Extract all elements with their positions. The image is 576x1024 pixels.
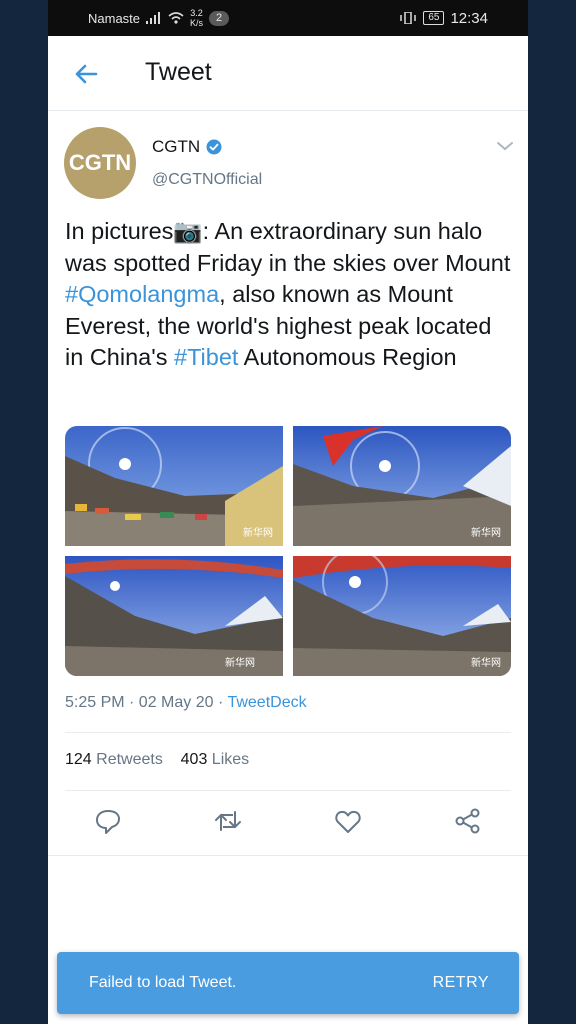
verified-icon bbox=[206, 139, 222, 155]
tweet-media-grid: 新华网 新华网 新华网 新华网 bbox=[65, 426, 511, 676]
notification-badge: 2 bbox=[209, 10, 230, 26]
top-app-bar: Tweet bbox=[48, 36, 528, 111]
battery-indicator: 65 bbox=[423, 11, 445, 25]
watermark: 新华网 bbox=[225, 656, 255, 669]
vibrate-icon bbox=[400, 12, 417, 24]
tweet-text: In pictures📷: An extraordinary sun halo … bbox=[65, 218, 511, 370]
tweet-photo-1[interactable]: 新华网 bbox=[65, 426, 283, 546]
divider bbox=[65, 790, 511, 791]
clock: 12:34 bbox=[450, 9, 488, 27]
hashtag-tibet[interactable]: #Tibet bbox=[174, 344, 238, 370]
author-name-row[interactable]: CGTN bbox=[152, 137, 222, 157]
tweet-photo-3[interactable]: 新华网 bbox=[65, 556, 283, 676]
carrier-name: Namaste bbox=[88, 10, 141, 26]
likes-stat[interactable]: 403 Likes bbox=[181, 751, 250, 768]
retweets-stat[interactable]: 124 Retweets bbox=[65, 751, 163, 768]
tweet-actions bbox=[48, 806, 528, 846]
hashtag-qomolangma[interactable]: #Qomolangma bbox=[65, 281, 219, 307]
like-icon[interactable] bbox=[333, 806, 363, 836]
tweet-author-row: CGTN CGTN @CGTNOfficial bbox=[48, 111, 528, 211]
status-bar: Namaste 3.2 K/s 2 65 12:34 bbox=[48, 0, 528, 36]
author-handle[interactable]: @CGTNOfficial bbox=[152, 171, 262, 189]
author-name: CGTN bbox=[152, 137, 201, 156]
error-toast: Failed to load Tweet. RETRY bbox=[57, 952, 519, 1014]
watermark: 新华网 bbox=[471, 526, 501, 539]
chevron-down-icon[interactable] bbox=[496, 139, 514, 153]
reply-icon[interactable] bbox=[93, 806, 123, 836]
back-arrow-icon[interactable] bbox=[70, 58, 102, 90]
tweet-photo-4[interactable]: 新华网 bbox=[293, 556, 511, 676]
watermark: 新华网 bbox=[243, 526, 273, 539]
tweet-stats: 124 Retweets 403 Likes bbox=[65, 751, 249, 769]
tweet-source-link[interactable]: TweetDeck bbox=[227, 694, 306, 711]
share-icon[interactable] bbox=[453, 806, 483, 836]
page-title: Tweet bbox=[145, 58, 212, 86]
retry-button[interactable]: RETRY bbox=[433, 974, 489, 992]
toast-message: Failed to load Tweet. bbox=[89, 974, 237, 991]
divider bbox=[65, 732, 511, 733]
tweet-photo-2[interactable]: 新华网 bbox=[293, 426, 511, 546]
divider bbox=[48, 855, 528, 856]
signal-icon bbox=[146, 12, 161, 24]
watermark: 新华网 bbox=[471, 656, 501, 669]
avatar[interactable]: CGTN bbox=[64, 127, 136, 199]
wifi-icon bbox=[168, 12, 184, 24]
network-speed: 3.2 K/s bbox=[190, 8, 204, 28]
tweet-timestamp: 5:25 PM · 02 May 20 · TweetDeck bbox=[65, 694, 307, 711]
retweet-icon[interactable] bbox=[213, 806, 243, 836]
phone-screen: Namaste 3.2 K/s 2 65 12:34 Tweet CGTN CG… bbox=[48, 0, 528, 1024]
